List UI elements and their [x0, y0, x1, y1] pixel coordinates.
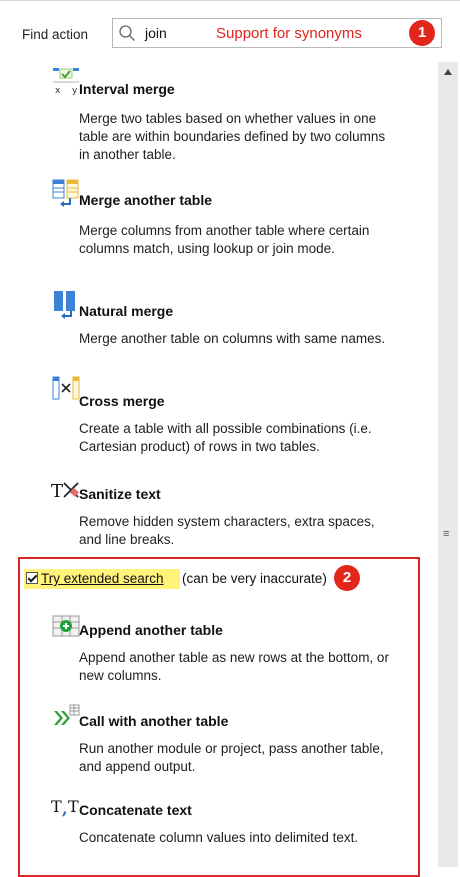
item-title: Interval merge	[79, 81, 175, 97]
natural-merge-icon	[54, 291, 75, 319]
item-title: Sanitize text	[79, 486, 161, 502]
list-item[interactable]: T Sanitize text Remove hidden system cha…	[0, 477, 410, 553]
item-title: Call with another table	[79, 713, 229, 729]
search-bar: Find action join Support for synonyms 1	[0, 0, 460, 63]
search-icon	[119, 25, 135, 41]
item-title: Merge another table	[79, 192, 213, 208]
list-item[interactable]: x y Interval merge Merge two tables base…	[0, 66, 410, 176]
annotation-badge-1: 1	[409, 20, 435, 46]
item-description: Append another table as new rows at the …	[79, 650, 389, 683]
svg-text:y: y	[72, 86, 78, 96]
item-description: Merge two tables based on whether values…	[79, 111, 386, 162]
item-title: Natural merge	[79, 303, 174, 319]
extended-search-highlight: Try extended search	[24, 569, 180, 589]
item-description: Concatenate column values into delimited…	[79, 830, 359, 845]
svg-text:,: ,	[62, 799, 68, 818]
cross-merge-icon	[52, 376, 80, 400]
item-description: Remove hidden system characters, extra s…	[79, 514, 375, 547]
concatenate-text-icon: T , T	[51, 797, 79, 818]
list-item[interactable]: Append another table Append another tabl…	[0, 612, 410, 690]
extended-search-note: (can be very inaccurate)	[182, 571, 327, 586]
call-module-icon	[54, 704, 80, 725]
item-description: Merge another table on columns with same…	[79, 331, 386, 346]
synonym-annotation: Support for synonyms	[216, 25, 362, 42]
find-action-label: Find action	[22, 27, 89, 42]
list-item[interactable]: Natural merge Merge another table on col…	[0, 289, 410, 369]
search-value[interactable]: join	[145, 25, 167, 41]
item-title: Concatenate text	[79, 802, 192, 818]
annotation-badge-2: 2	[334, 565, 360, 591]
scrollbar[interactable]: ≡	[438, 62, 458, 867]
search-input[interactable]: join Support for synonyms	[112, 18, 442, 48]
interval-merge-icon: x y	[53, 68, 79, 96]
item-description: Merge columns from another table where c…	[79, 223, 370, 256]
scroll-up-arrow-icon[interactable]	[443, 68, 453, 76]
merge-table-icon	[52, 179, 79, 207]
append-table-icon	[52, 615, 80, 637]
svg-text:T: T	[51, 797, 62, 816]
item-title: Append another table	[79, 622, 223, 638]
scroll-grip-icon[interactable]: ≡	[443, 529, 453, 540]
extended-search-label[interactable]: Try extended search	[41, 571, 164, 586]
list-item[interactable]: Cross merge Create a table with all poss…	[0, 374, 410, 464]
svg-text:T: T	[51, 481, 63, 502]
item-description: Run another module or project, pass anot…	[79, 741, 384, 774]
list-item[interactable]: Call with another table Run another modu…	[0, 703, 410, 781]
sanitize-text-icon: T	[51, 481, 79, 502]
extended-search-checkbox[interactable]	[26, 572, 38, 584]
item-title: Cross merge	[79, 393, 165, 409]
svg-text:T: T	[68, 797, 79, 816]
list-item[interactable]: Merge another table Merge columns from a…	[0, 178, 410, 282]
item-description: Create a table with all possible combina…	[79, 421, 372, 454]
svg-text:x: x	[55, 86, 61, 96]
list-item[interactable]: T , T Concatenate text Concatenate colum…	[0, 792, 410, 867]
